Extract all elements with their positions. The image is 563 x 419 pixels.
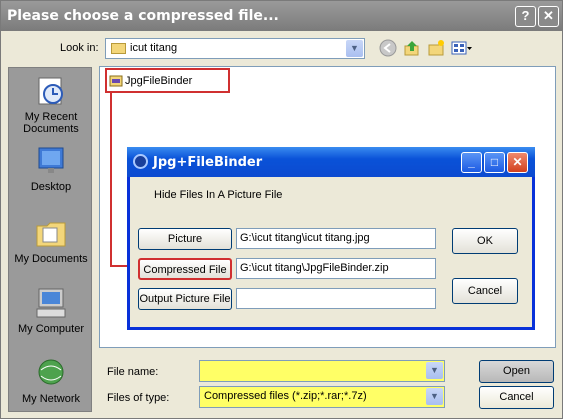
place-label: My Documents	[14, 253, 88, 265]
ok-button[interactable]: OK	[452, 228, 518, 254]
minimize-button[interactable]: _	[461, 152, 482, 173]
file-item-jpgfilebinder[interactable]: JpgFileBinder	[105, 68, 230, 93]
my-network-icon	[38, 359, 64, 385]
place-my-computer[interactable]: My Computer	[9, 286, 93, 335]
filetype-label: Files of type:	[107, 392, 170, 404]
my-documents-icon	[36, 222, 66, 247]
compressed-path-field[interactable]: G:\icut titang\JpgFileBinder.zip	[236, 258, 436, 279]
jpg-filebinder-window: Jpg+FileBinder _ □ ✕ Hide Files In A Pic…	[127, 147, 535, 330]
view-menu-icon[interactable]	[451, 39, 473, 57]
place-my-recent-documents[interactable]: My Recent Documents	[9, 74, 93, 135]
binder-subtitle: Hide Files In A Picture File	[154, 189, 283, 201]
folder-icon	[111, 43, 126, 54]
filetype-value: Compressed files (*.zip;*.rar;*.7z)	[204, 390, 367, 402]
picture-path: G:\icut titang\icut titang.jpg	[240, 232, 370, 244]
recent-documents-icon	[38, 77, 63, 105]
binder-close-button[interactable]: ✕	[507, 152, 528, 173]
binder-title: Jpg+FileBinder	[153, 155, 263, 170]
dialog-titlebar[interactable]: Please choose a compressed file... ? ✕	[1, 1, 562, 31]
place-desktop[interactable]: Desktop	[9, 144, 93, 193]
filetype-dropdown[interactable]: Compressed files (*.zip;*.rar;*.7z) ▼	[199, 386, 445, 408]
dialog-title: Please choose a compressed file...	[7, 8, 279, 24]
chevron-down-icon[interactable]: ▼	[346, 40, 363, 57]
place-label: My Recent	[24, 111, 78, 123]
open-file-dialog: Please choose a compressed file... ? ✕ L…	[0, 0, 563, 419]
file-name: JpgFileBinder	[125, 75, 193, 87]
app-icon	[133, 154, 148, 169]
my-computer-icon	[36, 288, 66, 318]
filename-field[interactable]: ▼	[199, 360, 445, 382]
place-label-2: Documents	[23, 123, 79, 135]
picture-button[interactable]: Picture	[138, 228, 232, 250]
compressed-file-button[interactable]: Compressed File	[138, 258, 232, 280]
lookin-label: Look in:	[60, 42, 99, 54]
output-path-field[interactable]	[236, 288, 436, 309]
chevron-down-icon[interactable]: ▼	[426, 362, 443, 379]
output-picture-button[interactable]: Output Picture File	[138, 288, 232, 310]
lookin-value: icut titang	[130, 42, 178, 54]
chevron-down-icon[interactable]: ▼	[426, 388, 443, 405]
filename-label: File name:	[107, 366, 159, 378]
place-my-documents[interactable]: My Documents	[9, 216, 93, 265]
annotation-line	[110, 93, 112, 267]
binder-titlebar[interactable]: Jpg+FileBinder _ □ ✕	[127, 147, 535, 177]
maximize-button[interactable]: □	[484, 152, 505, 173]
cancel-button[interactable]: Cancel	[479, 386, 554, 409]
place-label: Desktop	[30, 181, 72, 193]
help-button[interactable]: ?	[515, 6, 536, 27]
place-label: My Network	[21, 393, 81, 405]
zip-archive-icon	[109, 75, 123, 87]
place-label: My Computer	[17, 323, 85, 335]
close-button[interactable]: ✕	[538, 6, 559, 27]
compressed-path: G:\icut titang\JpgFileBinder.zip	[240, 262, 389, 274]
desktop-icon	[38, 147, 64, 173]
place-my-network[interactable]: My Network	[9, 356, 93, 405]
new-folder-icon[interactable]	[427, 39, 445, 57]
binder-cancel-button[interactable]: Cancel	[452, 278, 518, 304]
places-bar: My Recent Documents Desktop My Documents…	[8, 67, 92, 412]
lookin-dropdown[interactable]: icut titang ▼	[105, 38, 365, 59]
open-button[interactable]: Open	[479, 360, 554, 383]
back-icon[interactable]	[379, 39, 397, 57]
up-folder-icon[interactable]	[403, 39, 421, 57]
picture-path-field[interactable]: G:\icut titang\icut titang.jpg	[236, 228, 436, 249]
